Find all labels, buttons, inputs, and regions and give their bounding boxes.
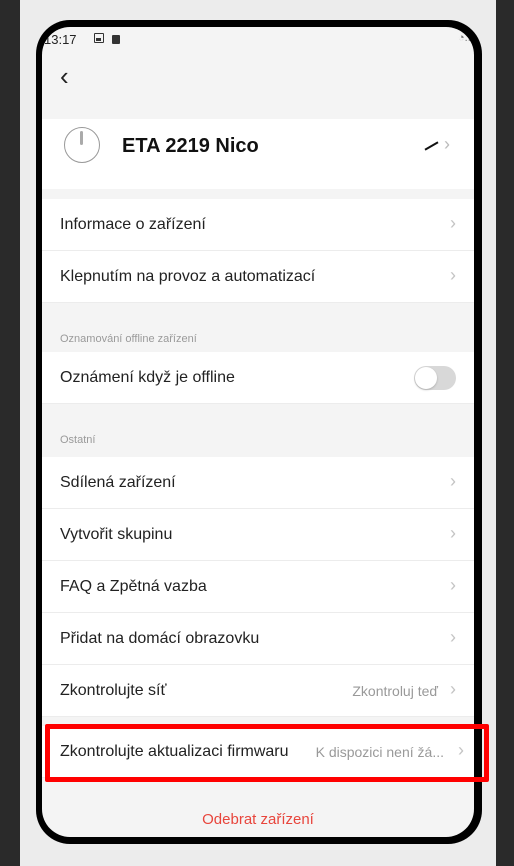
chevron-right-icon: › (458, 740, 464, 760)
row-check-network[interactable]: Zkontrolujte síť Zkontroluj teď › (42, 665, 474, 717)
chevron-right-icon: › (450, 471, 456, 491)
edit-icon[interactable]: › (424, 134, 454, 157)
row-label: Klepnutím na provoz a automatizací (60, 268, 316, 285)
row-label: Sdílená zařízení (60, 474, 176, 491)
wifi-signal-icon: ◔.ıl (458, 32, 474, 44)
section-title-other: Ostatní (60, 434, 96, 446)
row-faq-feedback[interactable]: FAQ a Zpětná vazba › (42, 561, 474, 613)
device-name: ETA 2219 Nico (122, 135, 259, 157)
chevron-right-icon: › (450, 523, 456, 543)
row-label: Zkontrolujte aktualizaci firmwaru (60, 743, 289, 760)
row-offline-notification: Oznámení když je offline (42, 352, 474, 404)
device-header[interactable]: ETA 2219 Nico › (42, 119, 474, 189)
chevron-right-icon: › (444, 134, 450, 154)
row-label: Informace o zařízení (60, 216, 206, 233)
toggle-knob (415, 367, 437, 389)
row-add-to-home[interactable]: Přidat na domácí obrazovku › (42, 613, 474, 665)
row-value: K dispozici není žá... (315, 744, 444, 760)
row-label: Přidat na domácí obrazovku (60, 630, 260, 647)
chevron-right-icon: › (450, 627, 456, 647)
chevron-right-icon: › (450, 213, 456, 233)
row-firmware-update[interactable]: Zkontrolujte aktualizaci firmwaru K disp… (42, 726, 474, 778)
offline-notification-toggle[interactable] (414, 366, 456, 390)
back-icon[interactable]: ‹ (60, 63, 84, 93)
chevron-right-icon: › (450, 679, 456, 699)
phone-screen: 13:17 ◔.ıl ‹ ETA 2219 Nico › Informace o… (42, 27, 474, 837)
row-create-group[interactable]: Vytvořit skupinu › (42, 509, 474, 561)
remove-device-label: Odebrat zařízení (202, 811, 314, 828)
row-automation[interactable]: Klepnutím na provoz a automatizací › (42, 251, 474, 303)
remove-device-button[interactable]: Odebrat zařízení (42, 803, 474, 837)
status-bar: 13:17 ◔.ıl (42, 27, 474, 49)
device-icon (64, 127, 100, 163)
row-value: Zkontroluj teď (352, 683, 438, 699)
row-label: FAQ a Zpětná vazba (60, 578, 207, 595)
row-label: Oznámení když je offline (60, 369, 235, 386)
row-shared-devices[interactable]: Sdílená zařízení › (42, 457, 474, 509)
status-time: 13:17 (44, 32, 77, 47)
chevron-right-icon: › (450, 575, 456, 595)
chevron-right-icon: › (450, 265, 456, 285)
row-device-info[interactable]: Informace o zařízení › (42, 199, 474, 251)
row-label: Vytvořit skupinu (60, 526, 173, 543)
row-label: Zkontrolujte síť (60, 682, 167, 699)
section-title-offline: Oznamování offline zařízení (60, 333, 197, 345)
pencil-icon (424, 141, 439, 151)
gallery-icon (94, 33, 104, 43)
lock-icon (112, 35, 120, 44)
